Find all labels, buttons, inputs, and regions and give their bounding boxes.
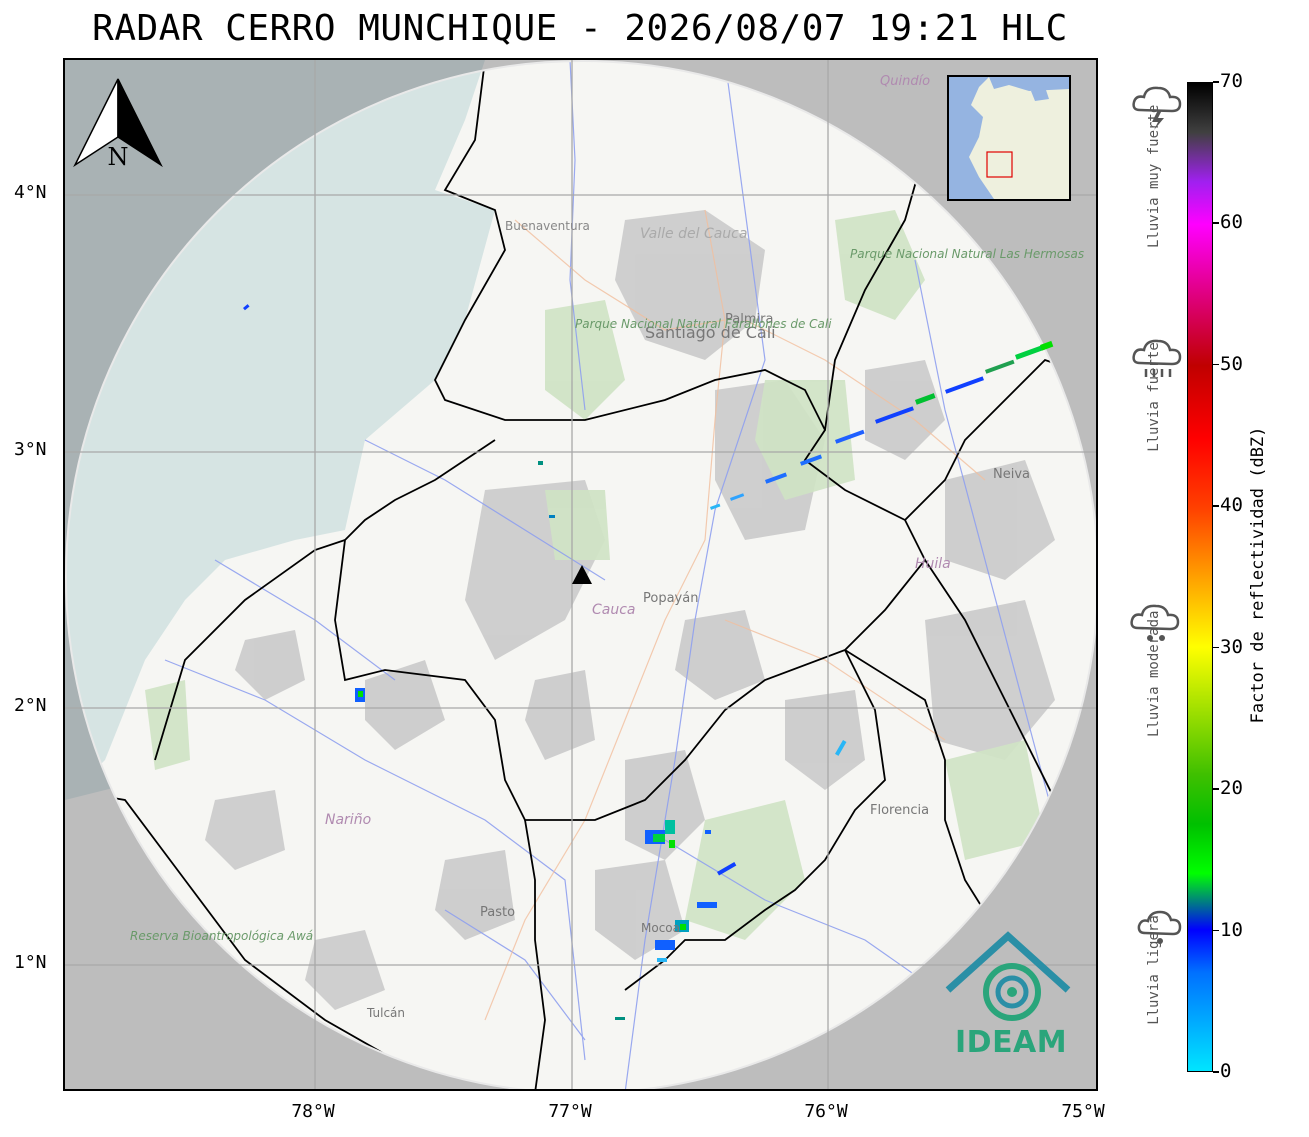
place-quindio: Quindío [880,74,930,89]
place-reserva: Reserva Bioantropológica Awá [130,929,313,943]
inset-locator-map [947,75,1071,201]
colorbar-title: Factor de reflectividad (dBZ) [1248,426,1268,724]
lon-label-78w: 78°W [291,1101,335,1122]
place-huila: Huila [915,556,951,572]
place-hermosas: Parque Nacional Natural Las Hermosas [850,247,1084,261]
category-heavy-label: Lluvia fuerte [1146,342,1162,452]
colorbar-tick-50 [1213,363,1219,366]
place-cauca: Cauca [592,602,636,618]
colorbar-tick-0 [1213,1071,1219,1073]
colorbar-tick-40 [1213,505,1219,507]
category-moderate-label: Lluvia moderada [1146,610,1162,737]
lon-label-77w: 77°W [548,1101,592,1122]
map-title: RADAR CERRO MUNCHIQUE - 2026/08/07 19:21… [92,8,1068,49]
category-light-label: Lluvia ligera [1146,915,1162,1025]
colorbar-tick-label-10: 10 [1220,918,1243,941]
inset-map-canvas [949,77,1069,199]
north-arrow-icon: N [73,78,163,171]
colorbar-tick-60 [1213,222,1219,224]
place-florencia: Florencia [870,803,929,818]
north-arrow: N [70,75,165,175]
colorbar [1187,82,1213,1072]
colorbar-tick-label-50: 50 [1220,352,1243,375]
colorbar-tick-label-0: 0 [1220,1060,1232,1082]
colorbar-tick-20 [1213,788,1219,790]
colorbar-tick-label-40: 40 [1220,494,1243,517]
category-storm-label: Lluvia muy fuerte [1146,104,1162,248]
place-neiva: Neiva [993,467,1030,482]
colorbar-tick-label-70: 70 [1220,70,1243,92]
place-buenaventura: Buenaventura [505,219,590,233]
lat-label-4n: 4°N [14,182,47,203]
lat-label-2n: 2°N [14,695,47,716]
colorbar-tick-10 [1213,929,1219,932]
north-letter: N [108,143,129,171]
place-mocoa: Mocoa [641,921,680,935]
lon-label-76w: 76°W [804,1101,848,1122]
place-valle: Valle del Cauca [640,226,747,242]
place-tulcan: Tulcán [366,1006,405,1020]
colorbar-tick-70 [1213,81,1219,83]
place-narino: Nariño [325,812,371,828]
place-farallones: Parque Nacional Natural Farallones de Ca… [575,317,832,331]
colorbar-tick-label-20: 20 [1220,777,1243,800]
lat-label-1n: 1°N [14,952,47,973]
place-pasto: Pasto [480,905,515,920]
place-popayan: Popayán [643,591,698,606]
ideam-logo-text: IDEAM [955,1025,1068,1060]
ideam-logo-icon [945,931,1071,1021]
colorbar-tick-label-60: 60 [1220,211,1243,234]
colorbar-tick-label-30: 30 [1220,635,1243,658]
lat-label-3n: 3°N [14,439,47,460]
lon-label-75w: 75°W [1061,1101,1105,1122]
colorbar-tick-30 [1213,646,1219,649]
